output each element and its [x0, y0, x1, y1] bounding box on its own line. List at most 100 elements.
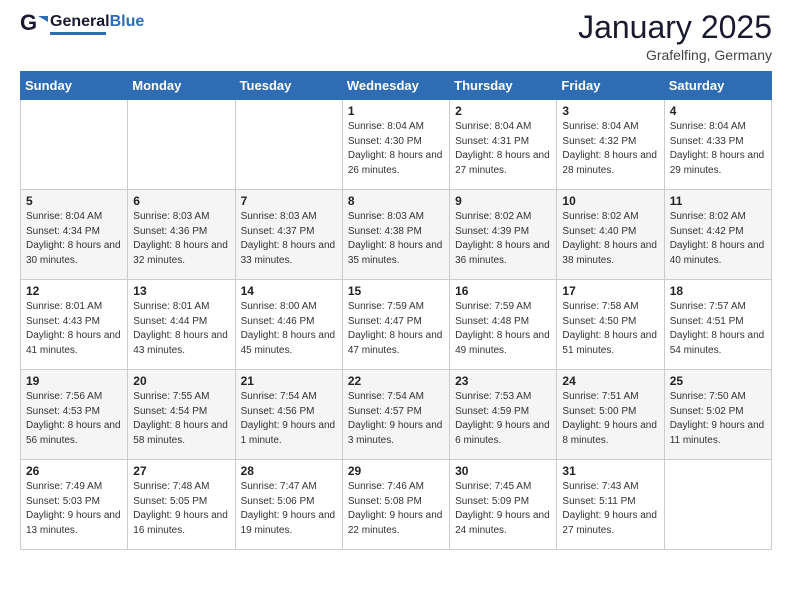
day-info: Sunrise: 8:04 AMSunset: 4:34 PMDaylight:…: [26, 210, 122, 268]
day-cell: 12Sunrise: 8:01 AMSunset: 4:43 PMDayligh…: [21, 280, 128, 370]
day-number: 25: [670, 374, 766, 388]
logo-blue: Blue: [110, 13, 145, 30]
day-number: 11: [670, 194, 766, 208]
day-info: Sunrise: 8:01 AMSunset: 4:43 PMDaylight:…: [26, 300, 122, 358]
day-number: 1: [348, 104, 444, 118]
day-number: 13: [133, 284, 229, 298]
day-number: 26: [26, 464, 122, 478]
day-info: Sunrise: 7:49 AMSunset: 5:03 PMDaylight:…: [26, 480, 122, 538]
day-info: Sunrise: 7:47 AMSunset: 5:06 PMDaylight:…: [241, 480, 337, 538]
calendar-table: SundayMondayTuesdayWednesdayThursdayFrid…: [20, 71, 772, 550]
day-cell: 4Sunrise: 8:04 AMSunset: 4:33 PMDaylight…: [664, 100, 771, 190]
day-number: 16: [455, 284, 551, 298]
day-info: Sunrise: 8:02 AMSunset: 4:39 PMDaylight:…: [455, 210, 551, 268]
col-header-wednesday: Wednesday: [342, 72, 449, 100]
day-cell: 5 Sunrise: 8:04 AMSunset: 4:34 PMDaylight…: [21, 190, 128, 280]
day-info: Sunrise: 7:48 AMSunset: 5:05 PMDaylight:…: [133, 480, 229, 538]
day-cell: 8Sunrise: 8:03 AMSunset: 4:38 PMDaylight…: [342, 190, 449, 280]
logo-general: General: [50, 13, 110, 30]
week-row-4: 19Sunrise: 7:56 AMSunset: 4:53 PMDayligh…: [21, 370, 772, 460]
day-number: 5: [26, 194, 122, 208]
day-cell: 18 Sunrise: 7:57 AMSunset: 4:51 PMDayligh…: [664, 280, 771, 370]
day-info: Sunrise: 8:02 AMSunset: 4:42 PMDaylight:…: [670, 210, 766, 268]
day-number: 9: [455, 194, 551, 208]
day-cell: 28 Sunrise: 7:47 AMSunset: 5:06 PMDayligh…: [235, 460, 342, 550]
day-info: Sunrise: 7:55 AMSunset: 4:54 PMDaylight:…: [133, 390, 229, 448]
day-info: Sunrise: 8:01 AMSunset: 4:44 PMDaylight:…: [133, 300, 229, 358]
day-number: 30: [455, 464, 551, 478]
day-cell: [664, 460, 771, 550]
day-info: Sunrise: 7:58 AMSunset: 4:50 PMDaylight:…: [562, 300, 658, 358]
day-number: 24: [562, 374, 658, 388]
day-number: 2: [455, 104, 551, 118]
day-cell: 14 Sunrise: 8:00 AMSunset: 4:46 PMDayligh…: [235, 280, 342, 370]
day-cell: 23Sunrise: 7:53 AMSunset: 4:59 PMDayligh…: [450, 370, 557, 460]
day-number: 27: [133, 464, 229, 478]
day-cell: 24 Sunrise: 7:51 AMSunset: 5:00 PMDayligh…: [557, 370, 664, 460]
day-number: 3: [562, 104, 658, 118]
day-info: Sunrise: 8:03 AMSunset: 4:37 PMDaylight:…: [241, 210, 337, 268]
day-info: Sunrise: 8:00 AMSunset: 4:46 PMDaylight:…: [241, 300, 337, 358]
svg-text:G: G: [20, 10, 37, 35]
day-cell: 13 Sunrise: 8:01 AMSunset: 4:44 PMDayligh…: [128, 280, 235, 370]
day-info: Sunrise: 7:43 AMSunset: 5:11 PMDaylight:…: [562, 480, 658, 538]
week-row-3: 12Sunrise: 8:01 AMSunset: 4:43 PMDayligh…: [21, 280, 772, 370]
day-cell: 15Sunrise: 7:59 AMSunset: 4:47 PMDayligh…: [342, 280, 449, 370]
day-number: 10: [562, 194, 658, 208]
day-cell: 11 Sunrise: 8:02 AMSunset: 4:42 PMDayligh…: [664, 190, 771, 280]
logo: G GeneralBlue: [20, 10, 144, 38]
day-cell: 22Sunrise: 7:54 AMSunset: 4:57 PMDayligh…: [342, 370, 449, 460]
week-row-1: 1 Sunrise: 8:04 AMSunset: 4:30 PMDaylight…: [21, 100, 772, 190]
day-cell: 29 Sunrise: 7:46 AMSunset: 5:08 PMDayligh…: [342, 460, 449, 550]
day-cell: 21 Sunrise: 7:54 AMSunset: 4:56 PMDayligh…: [235, 370, 342, 460]
day-number: 17: [562, 284, 658, 298]
day-cell: 3Sunrise: 8:04 AMSunset: 4:32 PMDaylight…: [557, 100, 664, 190]
header-row: SundayMondayTuesdayWednesdayThursdayFrid…: [21, 72, 772, 100]
day-cell: [21, 100, 128, 190]
location: Grafelfing, Germany: [578, 47, 772, 63]
day-info: Sunrise: 8:04 AMSunset: 4:31 PMDaylight:…: [455, 120, 551, 178]
day-info: Sunrise: 8:04 AMSunset: 4:30 PMDaylight:…: [348, 120, 444, 178]
day-cell: 31 Sunrise: 7:43 AMSunset: 5:11 PMDayligh…: [557, 460, 664, 550]
day-info: Sunrise: 7:59 AMSunset: 4:48 PMDaylight:…: [455, 300, 551, 358]
day-cell: 20 Sunrise: 7:55 AMSunset: 4:54 PMDayligh…: [128, 370, 235, 460]
col-header-friday: Friday: [557, 72, 664, 100]
title-block: January 2025 Grafelfing, Germany: [578, 10, 772, 63]
day-info: Sunrise: 7:50 AMSunset: 5:02 PMDaylight:…: [670, 390, 766, 448]
col-header-saturday: Saturday: [664, 72, 771, 100]
day-number: 21: [241, 374, 337, 388]
day-number: 6: [133, 194, 229, 208]
day-info: Sunrise: 8:04 AMSunset: 4:33 PMDaylight:…: [670, 120, 766, 178]
day-info: Sunrise: 8:02 AMSunset: 4:40 PMDaylight:…: [562, 210, 658, 268]
day-info: Sunrise: 7:57 AMSunset: 4:51 PMDaylight:…: [670, 300, 766, 358]
header: G GeneralBlue January 2025 Grafelfing, G…: [20, 10, 772, 63]
day-info: Sunrise: 7:46 AMSunset: 5:08 PMDaylight:…: [348, 480, 444, 538]
day-number: 29: [348, 464, 444, 478]
day-cell: 7Sunrise: 8:03 AMSunset: 4:37 PMDaylight…: [235, 190, 342, 280]
day-cell: 19Sunrise: 7:56 AMSunset: 4:53 PMDayligh…: [21, 370, 128, 460]
day-cell: 2 Sunrise: 8:04 AMSunset: 4:31 PMDaylight…: [450, 100, 557, 190]
month-title: January 2025: [578, 10, 772, 45]
day-number: 31: [562, 464, 658, 478]
day-number: 20: [133, 374, 229, 388]
col-header-sunday: Sunday: [21, 72, 128, 100]
day-info: Sunrise: 7:54 AMSunset: 4:56 PMDaylight:…: [241, 390, 337, 448]
day-info: Sunrise: 8:03 AMSunset: 4:38 PMDaylight:…: [348, 210, 444, 268]
week-row-2: 5 Sunrise: 8:04 AMSunset: 4:34 PMDaylight…: [21, 190, 772, 280]
day-cell: 30Sunrise: 7:45 AMSunset: 5:09 PMDayligh…: [450, 460, 557, 550]
day-number: 14: [241, 284, 337, 298]
day-cell: 6 Sunrise: 8:03 AMSunset: 4:36 PMDaylight…: [128, 190, 235, 280]
day-info: Sunrise: 7:51 AMSunset: 5:00 PMDaylight:…: [562, 390, 658, 448]
day-cell: 9 Sunrise: 8:02 AMSunset: 4:39 PMDaylight…: [450, 190, 557, 280]
day-number: 18: [670, 284, 766, 298]
logo-text-block: GeneralBlue: [50, 14, 144, 35]
day-number: 15: [348, 284, 444, 298]
day-number: 28: [241, 464, 337, 478]
day-number: 23: [455, 374, 551, 388]
day-cell: 17 Sunrise: 7:58 AMSunset: 4:50 PMDayligh…: [557, 280, 664, 370]
logo-icon: G: [20, 10, 48, 38]
day-info: Sunrise: 7:54 AMSunset: 4:57 PMDaylight:…: [348, 390, 444, 448]
page: G GeneralBlue January 2025 Grafelfing, G…: [0, 0, 792, 570]
day-info: Sunrise: 8:03 AMSunset: 4:36 PMDaylight:…: [133, 210, 229, 268]
col-header-monday: Monday: [128, 72, 235, 100]
